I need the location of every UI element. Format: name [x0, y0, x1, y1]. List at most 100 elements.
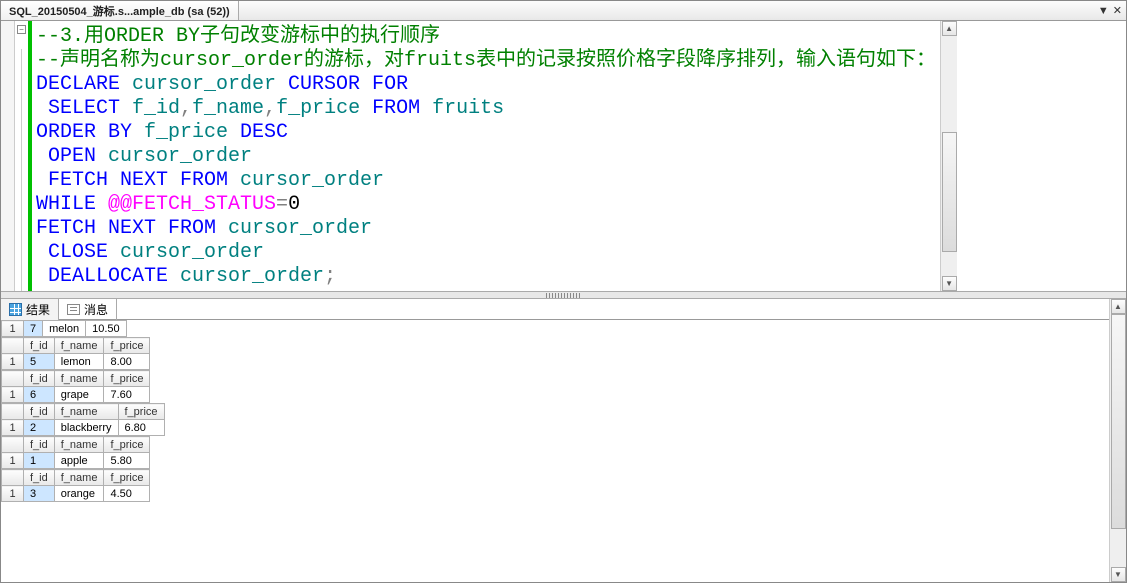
horizontal-splitter[interactable]: [1, 291, 1126, 299]
cell-fprice[interactable]: 7.60: [104, 387, 150, 403]
code-content[interactable]: --3.用ORDER BY子句改变游标中的执行顺序 --声明名称为cursor_…: [28, 21, 940, 291]
column-header[interactable]: f_name: [54, 404, 118, 420]
results-grids-area: 17melon10.50f_idf_namef_price15lemon8.00…: [1, 320, 1109, 582]
row-header-corner: [2, 470, 24, 486]
cell-fid[interactable]: 2: [24, 420, 55, 436]
close-tab-icon[interactable]: ✕: [1113, 4, 1122, 17]
cell-fid[interactable]: 3: [24, 486, 55, 502]
cell-fname[interactable]: apple: [54, 453, 104, 469]
row-header-corner: [2, 404, 24, 420]
results-panel: 结果 消息 17melon10.50f_idf_namef_price15lem…: [1, 299, 1126, 582]
fold-toggle-icon[interactable]: −: [17, 25, 26, 34]
row-number[interactable]: 1: [2, 486, 24, 502]
result-table[interactable]: f_idf_namef_price11apple5.80: [1, 436, 150, 469]
row-header-corner: [2, 338, 24, 354]
row-header-corner: [2, 371, 24, 387]
cell-fname[interactable]: melon: [43, 321, 86, 337]
document-tab[interactable]: SQL_20150504_游标.s...ample_db (sa (52)): [1, 1, 239, 20]
cell-fname[interactable]: grape: [54, 387, 104, 403]
column-header[interactable]: f_id: [24, 338, 55, 354]
result-table[interactable]: f_idf_namef_price12blackberry6.80: [1, 403, 165, 436]
scroll-up-icon[interactable]: ▲: [1111, 299, 1126, 314]
cell-fprice[interactable]: 10.50: [86, 321, 127, 337]
cell-fname[interactable]: orange: [54, 486, 104, 502]
tab-results[interactable]: 结果: [1, 298, 59, 320]
column-header[interactable]: f_id: [24, 437, 55, 453]
results-scrollbar[interactable]: ▲ ▼: [1109, 299, 1126, 582]
cell-fprice[interactable]: 6.80: [118, 420, 164, 436]
message-icon: [67, 304, 80, 315]
column-header[interactable]: f_id: [24, 404, 55, 420]
scroll-thumb[interactable]: [942, 132, 957, 252]
result-grid: f_idf_namef_price12blackberry6.80: [1, 403, 1109, 436]
result-grid: f_idf_namef_price16grape7.60: [1, 370, 1109, 403]
cell-fname[interactable]: lemon: [54, 354, 104, 370]
result-grid: f_idf_namef_price13orange4.50: [1, 469, 1109, 502]
table-header-row: f_idf_namef_price: [2, 371, 150, 387]
table-row[interactable]: 15lemon8.00: [2, 354, 150, 370]
result-table[interactable]: f_idf_namef_price13orange4.50: [1, 469, 150, 502]
row-header-corner: [2, 437, 24, 453]
result-grid: f_idf_namef_price15lemon8.00: [1, 337, 1109, 370]
table-row[interactable]: 16grape7.60: [2, 387, 150, 403]
column-header[interactable]: f_price: [118, 404, 164, 420]
column-header[interactable]: f_name: [54, 338, 104, 354]
row-number[interactable]: 1: [2, 453, 24, 469]
column-header[interactable]: f_id: [24, 470, 55, 486]
splitter-grip-icon: [546, 293, 582, 298]
cell-fprice[interactable]: 4.50: [104, 486, 150, 502]
row-number[interactable]: 1: [2, 354, 24, 370]
result-table[interactable]: f_idf_namef_price16grape7.60: [1, 370, 150, 403]
column-header[interactable]: f_price: [104, 470, 150, 486]
column-header[interactable]: f_id: [24, 371, 55, 387]
table-header-row: f_idf_namef_price: [2, 404, 165, 420]
document-tab-bar: SQL_20150504_游标.s...ample_db (sa (52)) ▼…: [1, 1, 1126, 21]
result-table[interactable]: f_idf_namef_price15lemon8.00: [1, 337, 150, 370]
cell-fid[interactable]: 1: [24, 453, 55, 469]
table-header-row: f_idf_namef_price: [2, 470, 150, 486]
row-number[interactable]: 1: [2, 387, 24, 403]
cell-fname[interactable]: blackberry: [54, 420, 118, 436]
cell-fid[interactable]: 7: [24, 321, 43, 337]
row-number[interactable]: 1: [2, 321, 24, 337]
table-header-row: f_idf_namef_price: [2, 338, 150, 354]
scroll-down-icon[interactable]: ▼: [1111, 567, 1126, 582]
table-header-row: f_idf_namef_price: [2, 437, 150, 453]
scroll-track[interactable]: [942, 36, 957, 276]
column-header[interactable]: f_price: [104, 371, 150, 387]
tab-results-label: 结果: [26, 301, 50, 318]
tab-messages[interactable]: 消息: [59, 299, 117, 320]
column-header[interactable]: f_price: [104, 437, 150, 453]
cell-fid[interactable]: 6: [24, 387, 55, 403]
cell-fid[interactable]: 5: [24, 354, 55, 370]
scroll-thumb[interactable]: [1111, 314, 1126, 529]
editor-gutter: [1, 21, 15, 291]
sql-editor[interactable]: − --3.用ORDER BY子句改变游标中的执行顺序 --声明名称为curso…: [1, 21, 940, 291]
result-grid: 17melon10.50: [1, 320, 1109, 337]
column-header[interactable]: f_name: [54, 470, 104, 486]
editor-container: − --3.用ORDER BY子句改变游标中的执行顺序 --声明名称为curso…: [1, 21, 1126, 291]
cell-fprice[interactable]: 8.00: [104, 354, 150, 370]
table-row[interactable]: 13orange4.50: [2, 486, 150, 502]
table-row[interactable]: 11apple5.80: [2, 453, 150, 469]
document-tab-title: SQL_20150504_游标.s...ample_db (sa (52)): [9, 3, 230, 19]
results-tab-strip: 结果 消息: [1, 299, 1109, 320]
scroll-track[interactable]: [1111, 314, 1126, 567]
editor-scrollbar[interactable]: ▲ ▼: [940, 21, 957, 291]
column-header[interactable]: f_name: [54, 371, 104, 387]
tab-messages-label: 消息: [84, 301, 108, 318]
tab-dropdown-icon[interactable]: ▼: [1098, 5, 1109, 17]
table-row[interactable]: 12blackberry6.80: [2, 420, 165, 436]
tab-window-controls: ▼ ✕: [1098, 1, 1126, 20]
column-header[interactable]: f_price: [104, 338, 150, 354]
cell-fprice[interactable]: 5.80: [104, 453, 150, 469]
result-table[interactable]: 17melon10.50: [1, 320, 127, 337]
row-number[interactable]: 1: [2, 420, 24, 436]
fold-strip: −: [15, 21, 29, 291]
fold-guide-line: [21, 49, 22, 291]
scroll-up-icon[interactable]: ▲: [942, 21, 957, 36]
scroll-down-icon[interactable]: ▼: [942, 276, 957, 291]
result-grid: f_idf_namef_price11apple5.80: [1, 436, 1109, 469]
column-header[interactable]: f_name: [54, 437, 104, 453]
table-row[interactable]: 17melon10.50: [2, 321, 127, 337]
